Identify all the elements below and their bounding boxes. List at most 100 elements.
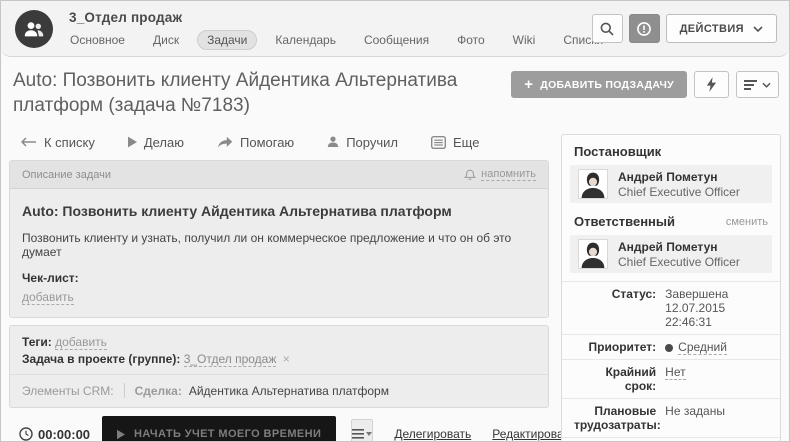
planned-effort-row: Плановые трудозатраты: Не заданы bbox=[562, 398, 780, 437]
priority-link[interactable]: Средний bbox=[678, 340, 727, 355]
creator-heading-row: Постановщик bbox=[562, 141, 780, 162]
tab-helping[interactable]: Помогаю bbox=[217, 135, 294, 150]
creator-info: Андрей Пометун Chief Executive Officer bbox=[618, 170, 740, 199]
group-icon bbox=[22, 17, 46, 41]
person-icon bbox=[327, 136, 339, 148]
task-main-column: К списку Делаю Помогаю bbox=[9, 124, 549, 442]
change-responsible-link[interactable]: сменить bbox=[726, 216, 768, 228]
tab-assigned[interactable]: Поручил bbox=[327, 135, 398, 150]
top-bar: 3_Отдел продаж Основное Диск Задачи Кале… bbox=[1, 1, 789, 57]
deadline-row: Крайний срок: Нет bbox=[562, 359, 780, 398]
content: К списку Делаю Помогаю bbox=[1, 124, 789, 442]
priority-value: Средний bbox=[665, 340, 768, 354]
responsible-heading: Ответственный bbox=[574, 214, 675, 229]
task-view-tabs: К списку Делаю Помогаю bbox=[9, 124, 549, 160]
tags-row: Теги: добавить bbox=[22, 335, 536, 349]
deal-link[interactable]: Айдентика Альтернатива платформ bbox=[189, 384, 389, 398]
tags-panel: Теги: добавить Задача в проекте (группе)… bbox=[9, 325, 549, 408]
description-panel-header: Описание задачи напомнить bbox=[10, 161, 548, 189]
group-nav: Основное Диск Задачи Календарь Сообщения… bbox=[60, 30, 621, 50]
tab-label: К списку bbox=[44, 135, 95, 150]
description-panel: Описание задачи напомнить Auto: Позвонит… bbox=[9, 160, 549, 318]
elapsed-timer: 00:00:00 bbox=[19, 427, 90, 442]
time-spent-row: Затрачено времени: 00:00:00 bbox=[562, 437, 780, 442]
priority-label: Приоритет: bbox=[574, 340, 665, 354]
nav-item-wiki[interactable]: Wiki bbox=[503, 30, 546, 50]
deadline-value: Нет bbox=[665, 365, 768, 393]
checklist-add-link[interactable]: добавить bbox=[22, 290, 74, 305]
timer-value: 00:00:00 bbox=[38, 427, 90, 442]
start-time-tracking-label: НАЧАТЬ УЧЕТ МОЕГО ВРЕМЕНИ bbox=[134, 428, 321, 440]
title-menu-button[interactable] bbox=[736, 71, 779, 98]
nav-item-main[interactable]: Основное bbox=[60, 30, 135, 50]
deadline-label: Крайний срок: bbox=[574, 365, 665, 393]
delegate-link[interactable]: Делегировать bbox=[394, 427, 471, 441]
nav-item-calendar[interactable]: Календарь bbox=[265, 30, 346, 50]
alert-icon bbox=[636, 21, 652, 37]
creator-heading: Постановщик bbox=[574, 144, 661, 159]
play-icon bbox=[128, 136, 137, 148]
actions-button-label: ДЕЙСТВИЯ bbox=[680, 23, 744, 35]
alert-button[interactable] bbox=[629, 14, 660, 43]
hamburger-icon bbox=[352, 429, 364, 439]
remove-project-icon[interactable]: × bbox=[283, 352, 290, 366]
chevron-down-icon bbox=[762, 82, 771, 88]
responsible-info: Андрей Пометун Chief Executive Officer bbox=[618, 240, 740, 269]
project-row: Задача в проекте (группе): 3_Отдел прода… bbox=[22, 352, 536, 366]
avatar bbox=[578, 239, 608, 269]
actions-button[interactable]: ДЕЙСТВИЯ bbox=[666, 14, 777, 43]
top-actions: ДЕЙСТВИЯ bbox=[592, 14, 777, 43]
play-icon bbox=[117, 429, 125, 440]
group-title: 3_Отдел продаж bbox=[69, 10, 621, 25]
tab-back-to-list[interactable]: К списку bbox=[21, 135, 95, 150]
back-arrow-icon bbox=[21, 137, 37, 147]
avatar bbox=[578, 169, 608, 199]
planned-effort-value: Не заданы bbox=[665, 404, 768, 432]
task-details-sidebar: Постановщик Андрей Пометун Chief Executi… bbox=[561, 134, 781, 442]
tab-label: Делаю bbox=[144, 135, 184, 150]
group-avatar[interactable] bbox=[15, 10, 53, 48]
list-menu-icon bbox=[744, 79, 758, 91]
start-time-tracking-button[interactable]: НАЧАТЬ УЧЕТ МОЕГО ВРЕМЕНИ bbox=[102, 416, 336, 442]
tags-label: Теги: bbox=[22, 335, 52, 349]
responsible-role: Chief Executive Officer bbox=[618, 255, 740, 269]
checklist-label: Чек-лист: bbox=[22, 271, 536, 285]
time-bar-menu-button[interactable] bbox=[351, 419, 373, 442]
project-label: Задача в проекте (группе): bbox=[22, 352, 180, 366]
tab-doing[interactable]: Делаю bbox=[128, 135, 184, 150]
creator-name[interactable]: Андрей Пометун bbox=[618, 170, 740, 184]
plus-icon: + bbox=[524, 77, 533, 92]
clock-icon bbox=[19, 427, 33, 441]
lightning-icon bbox=[706, 77, 717, 92]
responsible-card[interactable]: Андрей Пометун Chief Executive Officer bbox=[570, 235, 772, 273]
search-button[interactable] bbox=[592, 14, 623, 43]
creator-role: Chief Executive Officer bbox=[618, 185, 740, 199]
tags-add-link[interactable]: добавить bbox=[55, 335, 107, 350]
status-value: Завершена 12.07.2015 22:46:31 bbox=[665, 287, 768, 329]
add-subtask-button[interactable]: + ДОБАВИТЬ ПОДЗАДАЧУ bbox=[511, 71, 687, 98]
nav-item-disk[interactable]: Диск bbox=[143, 30, 189, 50]
task-page: 3_Отдел продаж Основное Диск Задачи Кале… bbox=[0, 0, 790, 442]
page-title-number: (задача №7183) bbox=[108, 95, 250, 116]
responsible-name[interactable]: Андрей Пометун bbox=[618, 240, 740, 254]
nav-item-photo[interactable]: Фото bbox=[447, 30, 495, 50]
crm-row: Элементы CRM: Сделка: Айдентика Альтерна… bbox=[22, 375, 536, 398]
forward-arrow-icon bbox=[217, 136, 233, 148]
project-link[interactable]: 3_Отдел продаж bbox=[184, 352, 277, 367]
tab-label: Еще bbox=[453, 135, 479, 150]
nav-item-tasks[interactable]: Задачи bbox=[197, 30, 257, 50]
remind-link[interactable]: напомнить bbox=[464, 168, 536, 181]
chevron-down-icon bbox=[753, 26, 763, 32]
creator-card[interactable]: Андрей Пометун Chief Executive Officer bbox=[570, 165, 772, 203]
list-box-icon bbox=[431, 136, 446, 149]
priority-row: Приоритет: Средний bbox=[562, 334, 780, 359]
tab-more[interactable]: Еще bbox=[431, 135, 479, 150]
planned-effort-label: Плановые трудозатраты: bbox=[574, 404, 665, 432]
page-title: Auto: Позвонить клиенту Айдентика Альтер… bbox=[13, 69, 511, 118]
priority-dot-icon bbox=[665, 344, 673, 352]
title-buttons: + ДОБАВИТЬ ПОДЗАДАЧУ bbox=[511, 71, 779, 98]
deadline-link[interactable]: Нет bbox=[665, 365, 685, 380]
automation-button[interactable] bbox=[694, 71, 729, 98]
task-description: Позвонить клиенту и узнать, получил ли о… bbox=[22, 231, 536, 259]
nav-item-messages[interactable]: Сообщения bbox=[354, 30, 439, 50]
